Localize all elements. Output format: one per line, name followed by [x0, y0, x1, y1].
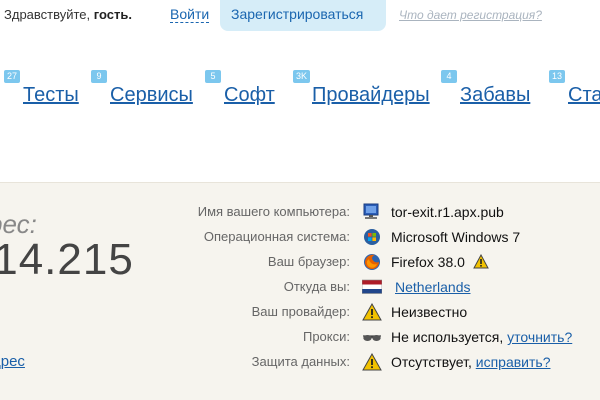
what-register-link[interactable]: Что дает регистрация? [399, 8, 542, 22]
info-row-provider: Ваш провайдер: Неизвестно [0, 300, 600, 325]
computer-name: tor-exit.r1.apx.pub [391, 204, 504, 220]
info-row-os: Операционная система: Microsoft Windows … [0, 225, 600, 250]
nav-badge: 3K [293, 70, 311, 83]
glasses-icon [363, 335, 381, 341]
nav-badge: 13 [549, 70, 566, 83]
protection-fix-link[interactable]: исправить? [476, 354, 551, 370]
firefox-icon [364, 254, 380, 270]
nav-link-articles[interactable]: Ста [568, 84, 600, 107]
main-nav: 27 Тесты 9 Сервисы 5 Софт 3K Провайдеры … [0, 70, 600, 110]
greeting-prefix: Здравствуйте, [4, 7, 91, 22]
location-link[interactable]: Netherlands [395, 279, 471, 295]
protection-status: Отсутствует, исправить? [391, 354, 550, 370]
greeting: Здравствуйте, гость. [4, 7, 132, 22]
computer-icon [363, 203, 379, 219]
info-row-computer: Имя вашего компьютера: tor-exit.r1.apx.p… [0, 200, 600, 225]
info-label: Ваш браузер: [267, 254, 350, 269]
nav-link-services[interactable]: Сервисы [110, 84, 193, 107]
protection-status-text: Отсутствует, [391, 354, 472, 370]
nav-link-tests[interactable]: Тесты [23, 84, 79, 107]
nav-badge: 9 [91, 70, 107, 83]
proxy-status-text: Не используется, [391, 329, 504, 345]
info-label: Операционная система: [203, 229, 350, 244]
proxy-clarify-link[interactable]: уточнить? [507, 329, 572, 345]
info-label: Имя вашего компьютера: [197, 204, 350, 219]
warning-icon [362, 303, 382, 321]
info-label: Прокси: [302, 329, 350, 344]
warning-icon [362, 353, 382, 371]
nav-badge: 4 [441, 70, 457, 83]
info-row-protection: Защита данных: Отсутствует, исправить? [0, 350, 600, 375]
provider-name: Неизвестно [391, 304, 468, 320]
nav-badge: 5 [205, 70, 221, 83]
windows-icon [364, 229, 380, 245]
info-row-proxy: Прокси: Не используется, уточнить? [0, 325, 600, 350]
proxy-status: Не используется, уточнить? [391, 329, 572, 345]
info-row-browser: Ваш браузер: Firefox 38.0 [0, 250, 600, 275]
browser-name: Firefox 38.0 [391, 254, 489, 270]
register-label: Зарегистрироваться [231, 6, 364, 22]
info-label: Ваш провайдер: [251, 304, 350, 319]
warning-icon [472, 254, 489, 269]
info-row-location: Откуда вы: Netherlands [0, 275, 600, 300]
nav-badge: 27 [4, 70, 21, 83]
login-link[interactable]: Войти [170, 6, 210, 23]
info-label: Откуда вы: [283, 279, 350, 294]
greeting-name: гость. [93, 7, 132, 22]
netherlands-flag-icon [362, 279, 382, 294]
top-bar: Здравствуйте, гость. Войти Зарегистриров… [0, 0, 600, 31]
register-button[interactable]: Зарегистрироваться [220, 0, 386, 31]
nav-link-fun[interactable]: Забавы [460, 84, 530, 107]
ip-info-panel: рес: .14.215 дрес Имя вашего компьютера:… [0, 182, 600, 400]
os-name: Microsoft Windows 7 [391, 229, 521, 245]
info-label: Защита данных: [251, 354, 350, 369]
browser-version: Firefox 38.0 [391, 254, 465, 270]
nav-link-software[interactable]: Софт [224, 84, 275, 107]
nav-link-providers[interactable]: Провайдеры [312, 84, 430, 107]
